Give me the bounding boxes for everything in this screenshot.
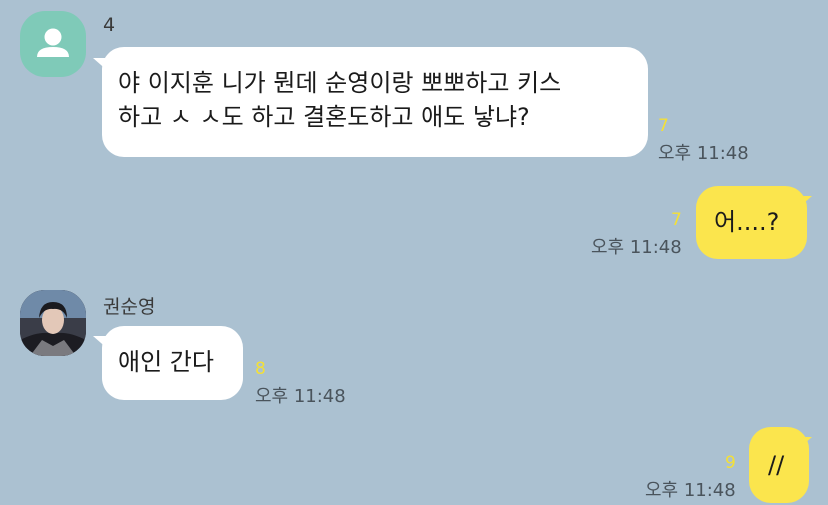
default-person-icon <box>37 28 69 57</box>
message-bubble[interactable]: 야 이지훈 니가 뭔데 순영이랑 뽀뽀하고 키스 하고 ㅅ ㅅ도 하고 결혼도하… <box>102 47 648 157</box>
message-text-line: 야 이지훈 니가 뭔데 순영이랑 뽀뽀하고 키스 <box>118 69 562 97</box>
message-text: 어....? <box>714 208 780 236</box>
message-bubble[interactable]: 애인 간다 <box>102 326 243 400</box>
profile-photo[interactable] <box>20 290 86 356</box>
message-bubble[interactable]: 어....? <box>696 186 807 259</box>
sender-name: 4 <box>103 14 116 36</box>
unread-count: 8 <box>255 359 266 379</box>
message-time: 오후 11:48 <box>658 143 749 164</box>
profile-photo-image <box>20 290 86 356</box>
sender-name: 권순영 <box>103 296 156 318</box>
message-text: // <box>768 451 785 479</box>
message-time: 오후 11:48 <box>255 386 346 407</box>
unread-count: 9 <box>725 453 736 473</box>
default-profile-avatar[interactable] <box>20 11 86 77</box>
message-time: 오후 11:48 <box>645 480 736 501</box>
message-text: 애인 간다 <box>118 348 214 376</box>
unread-count: 7 <box>658 116 669 136</box>
message-text-line: 하고 ㅅ ㅅ도 하고 결혼도하고 애도 낳냐? <box>118 103 530 131</box>
unread-count: 7 <box>671 210 682 230</box>
message-time: 오후 11:48 <box>591 237 682 258</box>
message-bubble[interactable]: // <box>749 427 809 503</box>
